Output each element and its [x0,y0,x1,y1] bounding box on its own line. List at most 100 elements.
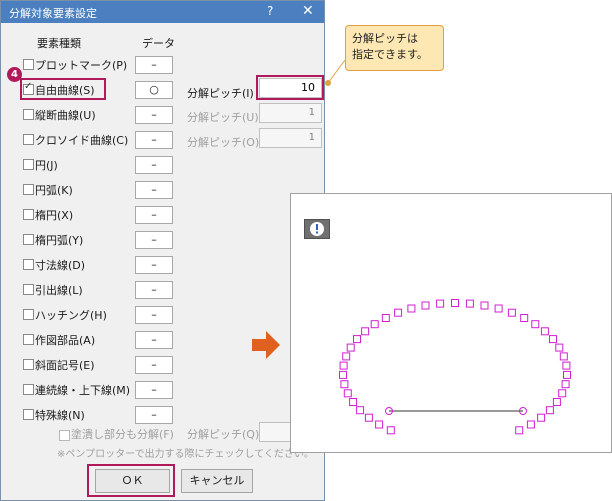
fill-checkbox[interactable] [59,430,70,441]
element-label: ハッチング(H) [35,309,107,322]
data-indicator: – [135,306,173,324]
decomposition-point-marker [381,314,390,322]
decomposition-point-marker [342,352,351,361]
decomposition-point-marker [531,320,540,329]
decomposition-point-marker [370,320,379,329]
decomposition-point-marker [520,314,529,322]
data-indicator: – [135,131,173,149]
decomposition-point-marker [555,343,564,352]
decomposition-point-marker [421,301,430,310]
highlight-free-curve [20,78,106,100]
data-indicator: – [135,106,173,124]
decomposition-point-marker [353,335,361,344]
element-checkbox[interactable] [23,234,34,245]
element-label: 楕円弧(Y) [35,234,84,247]
data-indicator: – [135,381,173,399]
element-label: クロソイド曲線(C) [35,134,129,147]
decomposition-point-marker [340,380,349,389]
decomposition-point-marker [375,420,384,429]
element-checkbox[interactable] [23,259,34,270]
decomposition-point-marker [545,406,554,415]
decomposition-point-marker [451,299,459,307]
data-indicator: – [135,206,173,224]
right-arrow-icon [252,331,280,359]
data-indicator: – [135,231,173,249]
callout-pointer [325,59,346,86]
help-button[interactable]: ? [267,4,273,18]
pitch-label-i: 分解ピッチ(I) [187,87,254,100]
decomposition-point-marker [494,304,503,313]
element-label: 連続線・上下線(M) [35,384,131,397]
decomposition-point-marker [526,420,535,429]
element-label: 縦断曲線(U) [35,109,96,122]
pitch-label-u: 分解ピッチ(U) [187,111,259,124]
data-indicator: – [135,356,173,374]
special-pitch-label: 分解ピッチ(Q) [187,428,260,441]
highlight-ok [87,464,175,497]
cancel-button[interactable]: キャンセル [181,469,253,493]
element-checkbox[interactable] [23,359,34,370]
decomposition-point-marker [349,398,358,406]
decomposition-point-marker [339,361,348,370]
pitch-input-o[interactable]: 1 [259,128,322,148]
data-indicator: – [135,331,173,349]
element-checkbox[interactable] [23,209,34,220]
decomposition-point-marker [436,299,445,308]
dialog: 分解対象要素設定 ? ✕ 要素種類 データ プロットマーク(P) – ✓ 自由曲線(S… [0,0,325,501]
decomposition-point-marker [465,299,474,308]
element-checkbox[interactable] [23,109,34,120]
element-checkbox[interactable] [23,184,34,195]
decomposition-point-marker [364,413,373,422]
element-checkbox[interactable] [23,59,34,70]
element-checkbox[interactable] [23,134,34,145]
curve-preview [339,299,571,435]
fill-label: 塗潰し部分も分解(F) [71,428,174,441]
decomposition-point-marker [343,389,352,398]
element-checkbox[interactable] [23,334,34,345]
element-checkbox[interactable] [23,384,34,395]
element-label: 楕円(X) [35,209,74,222]
data-indicator: – [135,281,173,299]
element-checkbox[interactable] [23,409,34,420]
element-label: 作図部品(A) [35,334,96,347]
element-label: 円(J) [35,159,58,172]
column-header-data: データ [142,37,175,50]
decomposition-point-marker [563,370,571,379]
decomposition-point-marker [361,327,370,336]
callout-line-1: 分解ピッチは [352,32,418,45]
decomposition-point-marker [507,308,516,317]
decomposition-point-marker [552,398,561,406]
element-label: プロットマーク(P) [35,59,128,72]
pitch-input-u[interactable]: 1 [259,103,322,123]
decomposition-point-marker [549,335,557,344]
decomposition-point-marker [386,426,395,435]
element-label: 特殊線(N) [35,409,85,422]
data-indicator: – [135,156,173,174]
decomposition-point-marker [480,301,489,310]
close-button[interactable]: ✕ [302,3,314,19]
decomposition-point-marker [515,426,524,435]
element-label: 斜面記号(E) [35,359,95,372]
data-indicator: – [135,181,173,199]
decomposition-point-marker [537,413,546,422]
decomposition-point-marker [346,343,355,352]
preview-panel [290,193,612,453]
decomposition-point-marker [558,389,567,398]
element-label: 引出線(L) [35,284,83,297]
decomposition-point-marker [339,370,347,379]
decomposition-point-marker [540,327,549,336]
callout: 分解ピッチは 指定できます。 [345,25,444,71]
element-checkbox[interactable] [23,159,34,170]
column-header-element-type: 要素種類 [37,37,81,50]
pitch-label-o: 分解ピッチ(O) [187,136,260,149]
decomposition-point-marker [394,308,403,317]
decomposition-point-marker [559,352,568,361]
element-label: 円弧(K) [35,184,73,197]
element-checkbox[interactable] [23,309,34,320]
callout-line-2: 指定できます。 [352,48,428,61]
dialog-title: 分解対象要素設定 [9,7,97,20]
plotter-note: ※ペンプロッターで出力する際にチェックしてください。 [57,449,314,460]
data-indicator: – [135,406,173,424]
element-checkbox[interactable] [23,284,34,295]
decomposition-point-marker [407,304,416,313]
